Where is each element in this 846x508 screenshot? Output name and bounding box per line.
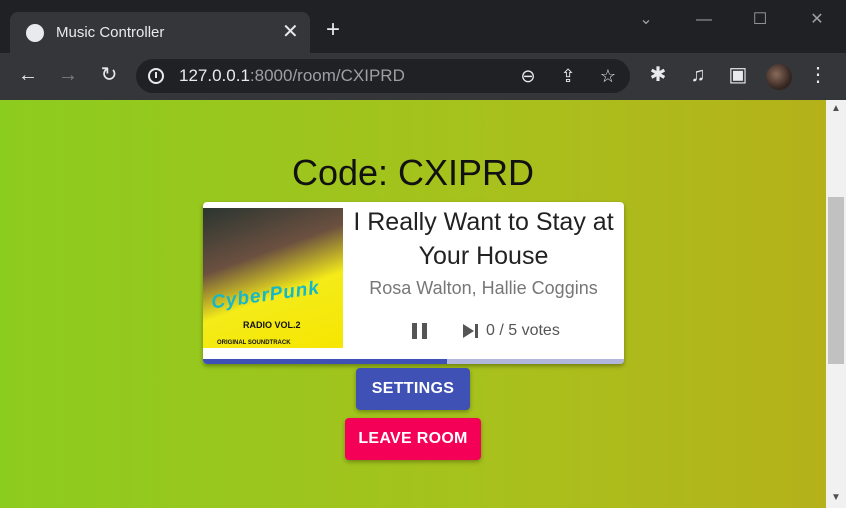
cover-ost-label: ORIGINAL SOUNDTRACK [217, 340, 291, 346]
star-icon[interactable]: ☆ [596, 64, 620, 88]
song-title: I Really Want to Stay at Your House [353, 208, 614, 270]
minimize-icon[interactable]: — [692, 10, 716, 30]
url-host: 127.0.0.1 [179, 66, 250, 85]
sidebar-icon[interactable]: ▣ [726, 63, 750, 87]
reload-icon[interactable]: ↻ [97, 63, 121, 87]
skip-next-icon[interactable] [463, 323, 481, 339]
back-icon[interactable]: ← [16, 63, 40, 87]
browser-toolbar: ← → ↻ 127.0.0.1:8000/room/CXIPRD ⊖ ⇪ ☆ ✱… [0, 53, 846, 100]
music-player-card: CyberPunk RADIO VOL.2 ORIGINAL SOUNDTRAC… [203, 202, 624, 364]
forward-icon[interactable]: → [56, 63, 80, 87]
vote-count: 0 / 5 votes [486, 322, 560, 339]
progress-fill [203, 359, 448, 364]
plus-icon[interactable]: + [326, 18, 340, 42]
scroll-up-icon[interactable]: ▲ [826, 101, 846, 117]
url-path: :8000/room/CXIPRD [249, 66, 405, 85]
extensions-icon[interactable]: ✱ [646, 63, 670, 87]
globe-icon [26, 24, 44, 42]
artist-name: Rosa Walton, Hallie Coggins [369, 278, 598, 298]
url-text[interactable]: 127.0.0.1:8000/room/CXIPRD [179, 66, 405, 86]
cover-radio-label: RADIO VOL.2 [243, 320, 301, 330]
room-code: Code: CXIPRD [291, 152, 535, 193]
zoom-out-icon[interactable]: ⊖ [516, 64, 540, 88]
window-close-icon[interactable]: ✕ [805, 10, 829, 30]
menu-icon[interactable]: ⋮ [806, 63, 830, 87]
chevron-down-icon[interactable]: ⌄ [634, 10, 658, 30]
profile-avatar[interactable] [766, 64, 792, 90]
title-bar: Music Controller ✕ + ⌄ — ☐ ✕ [0, 0, 846, 53]
tab-title: Music Controller [56, 24, 165, 41]
pause-icon[interactable] [412, 323, 428, 339]
share-icon[interactable]: ⇪ [556, 64, 580, 88]
browser-tab[interactable]: Music Controller ✕ [10, 12, 310, 53]
address-bar[interactable]: 127.0.0.1:8000/room/CXIPRD ⊖ ⇪ ☆ [136, 59, 630, 93]
scroll-thumb[interactable] [828, 197, 844, 364]
cover-logo: CyberPunk [210, 277, 322, 314]
media-icon[interactable]: ♫ [686, 63, 710, 87]
close-icon[interactable]: ✕ [282, 21, 299, 43]
album-cover: CyberPunk RADIO VOL.2 ORIGINAL SOUNDTRAC… [203, 208, 343, 348]
settings-button[interactable]: SETTINGS [356, 368, 470, 410]
leave-room-button[interactable]: LEAVE ROOM [345, 418, 481, 460]
info-icon[interactable] [148, 68, 164, 84]
maximize-icon[interactable]: ☐ [748, 10, 772, 30]
scroll-down-icon[interactable]: ▼ [826, 490, 846, 506]
